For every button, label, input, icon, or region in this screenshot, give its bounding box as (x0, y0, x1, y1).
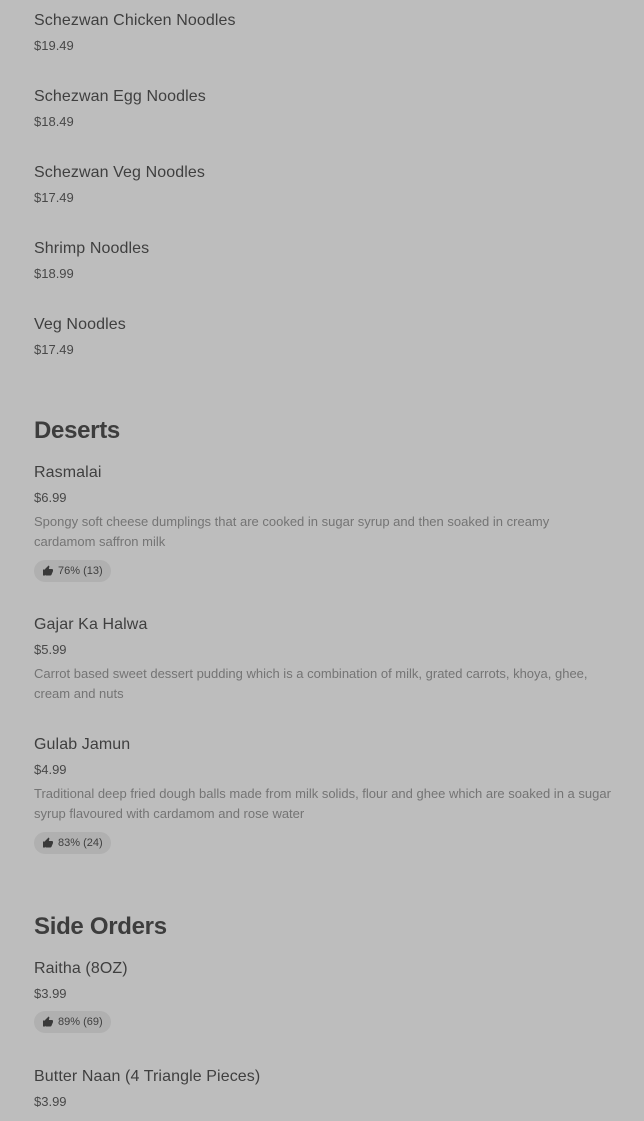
item-description: Spongy soft cheese dumplings that are co… (34, 514, 550, 549)
item-description: Carrot based sweet dessert pudding which… (34, 666, 588, 701)
item-price: $5.99 (34, 642, 67, 657)
thumbs-up-icon (43, 837, 53, 848)
rating-text: 76% (13) (58, 565, 103, 577)
menu-item[interactable]: Rasmalai $6.99 Spongy soft cheese dumpli… (34, 463, 612, 582)
item-name: Schezwan Veg Noodles (34, 164, 205, 181)
menu-item[interactable]: Raitha (8OZ) $3.99 89% (69) (34, 959, 612, 1033)
menu-item[interactable]: Schezwan Egg Noodles $18.49 (34, 87, 612, 131)
section-title-side-orders: Side Orders (34, 913, 167, 940)
thumbs-up-icon (43, 1016, 53, 1027)
item-price: $17.49 (34, 190, 74, 205)
menu-item[interactable]: Gulab Jamun $4.99 Traditional deep fried… (34, 735, 612, 854)
item-price: $18.99 (34, 266, 74, 281)
item-name: Schezwan Egg Noodles (34, 88, 206, 105)
menu-item[interactable]: Veg Noodles $17.49 (34, 315, 612, 359)
item-price: $18.49 (34, 114, 74, 129)
menu-item[interactable]: Shrimp Noodles $18.99 (34, 239, 612, 283)
item-name: Gajar Ka Halwa (34, 616, 148, 633)
rating-text: 83% (24) (58, 837, 103, 849)
item-price: $3.99 (34, 986, 67, 1001)
item-description: Traditional deep fried dough balls made … (34, 786, 611, 821)
item-price: $17.49 (34, 342, 74, 357)
menu-item[interactable]: Gajar Ka Halwa $5.99 Carrot based sweet … (34, 615, 612, 704)
rating-badge: 89% (69) (34, 1011, 111, 1033)
rating-badge: 83% (24) (34, 832, 111, 854)
item-price: $3.99 (34, 1094, 67, 1109)
menu-item[interactable]: Schezwan Chicken Noodles $19.49 (34, 11, 612, 55)
rating-badge: 76% (13) (34, 560, 111, 582)
item-name: Butter Naan (4 Triangle Pieces) (34, 1068, 261, 1085)
item-name: Schezwan Chicken Noodles (34, 12, 236, 29)
menu-item[interactable]: Schezwan Veg Noodles $17.49 (34, 163, 612, 207)
item-name: Shrimp Noodles (34, 240, 150, 257)
item-price: $19.49 (34, 38, 74, 53)
thumbs-up-icon (43, 565, 53, 576)
item-price: $4.99 (34, 762, 67, 777)
menu-item[interactable]: Butter Naan (4 Triangle Pieces) $3.99 (34, 1067, 612, 1111)
item-name: Rasmalai (34, 464, 102, 481)
item-price: $6.99 (34, 490, 67, 505)
item-name: Gulab Jamun (34, 736, 131, 753)
item-name: Veg Noodles (34, 316, 126, 333)
section-title-deserts: Deserts (34, 417, 120, 444)
item-name: Raitha (8OZ) (34, 960, 128, 977)
rating-text: 89% (69) (58, 1016, 103, 1028)
